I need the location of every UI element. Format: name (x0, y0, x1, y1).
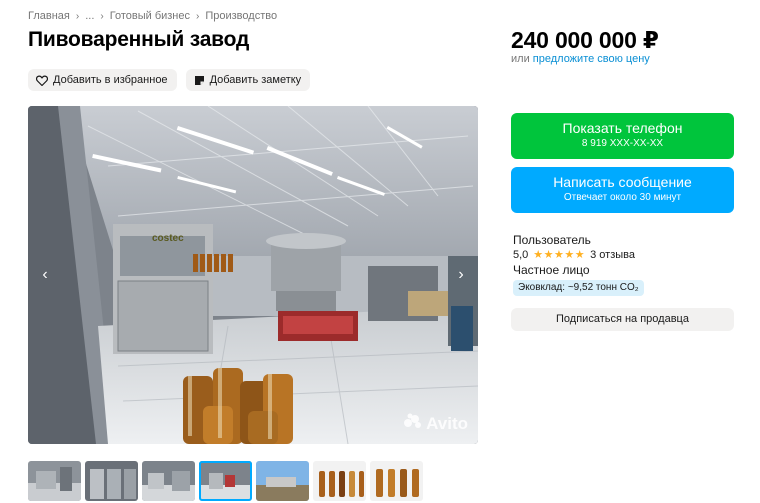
subscribe-seller-button[interactable]: Подписаться на продавца (511, 308, 734, 331)
breadcrumb-ellipsis[interactable]: ... (85, 10, 94, 22)
thumbnail[interactable] (199, 461, 252, 501)
gallery-prev-button[interactable]: ‹ (34, 264, 56, 286)
rating-stars-icon: ★★★★★ (533, 249, 586, 261)
machine-brand-label: costec (152, 233, 184, 244)
breadcrumb-separator: › (196, 10, 200, 22)
avito-logo-icon (403, 413, 423, 434)
avito-watermark: Avito (403, 413, 468, 434)
show-phone-button[interactable]: Показать телефон 8 919 XXX-XX-XX (511, 113, 734, 159)
rating-value: 5,0 (513, 248, 529, 261)
thumbnail[interactable] (85, 461, 138, 501)
eco-contribution-badge[interactable]: Эковклад: ~9,52 тонн CO₂ (513, 280, 644, 296)
reviews-link[interactable]: 3 отзыва (590, 249, 635, 261)
thumbnail[interactable] (313, 461, 366, 501)
price-or-text: или (511, 53, 530, 65)
write-message-label: Написать сообщение (553, 174, 692, 190)
thumbnail-strip (28, 461, 423, 501)
breadcrumb: Главная › ... › Готовый бизнес › Произво… (28, 10, 277, 22)
add-note-button[interactable]: Добавить заметку (185, 69, 311, 91)
listing-title: Пивоваренный завод (28, 28, 250, 51)
thumbnail[interactable] (370, 461, 423, 501)
write-message-button[interactable]: Написать сообщение Отвечает около 30 мин… (511, 167, 734, 213)
photo-gallery[interactable]: costec ‹ › Avito (28, 106, 478, 444)
add-to-favorites-button[interactable]: Добавить в избранное (28, 69, 177, 91)
add-note-label: Добавить заметку (209, 74, 302, 86)
listing-actions: Добавить в избранное Добавить заметку (28, 69, 311, 91)
heart-icon (36, 75, 48, 86)
price-offer-row: или предложите свою цену (511, 53, 650, 65)
listing-price: 240 000 000 ₽ (511, 27, 659, 53)
masked-phone-number: 8 919 XXX-XX-XX (581, 138, 664, 149)
breadcrumb-home[interactable]: Главная (28, 10, 70, 22)
breadcrumb-separator: › (75, 10, 80, 22)
breadcrumb-separator: › (100, 10, 104, 22)
seller-type: Частное лицо (513, 263, 590, 277)
add-to-favorites-label: Добавить в избранное (53, 74, 168, 86)
watermark-text: Avito (426, 413, 468, 433)
thumbnail[interactable] (142, 461, 195, 501)
seller-rating: 5,0 ★★★★★ 3 отзыва (513, 248, 635, 262)
show-phone-label: Показать телефон (562, 120, 683, 136)
thumbnail[interactable] (28, 461, 81, 501)
offer-price-link[interactable]: предложите свою цену (533, 53, 650, 65)
gallery-next-button[interactable]: › (450, 264, 472, 286)
note-icon (194, 75, 205, 86)
response-time-label: Отвечает около 30 минут (563, 192, 682, 203)
main-photo: costec (28, 106, 478, 444)
breadcrumb-ready-business[interactable]: Готовый бизнес (110, 10, 190, 22)
seller-name-link[interactable]: Пользователь (513, 233, 591, 247)
breadcrumb-production[interactable]: Производство (205, 10, 277, 22)
thumbnail[interactable] (256, 461, 309, 501)
